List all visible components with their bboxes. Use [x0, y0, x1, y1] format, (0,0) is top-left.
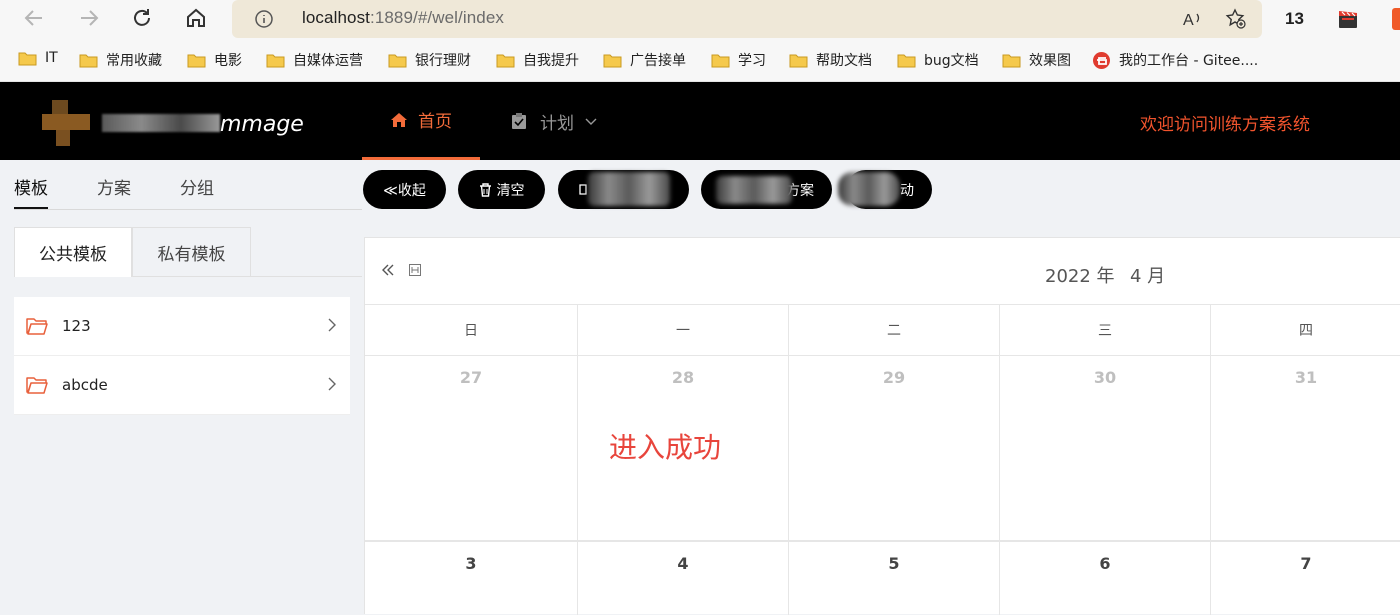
bookmark-folder[interactable]: 自媒体运营: [266, 50, 363, 70]
home-icon[interactable]: [184, 6, 208, 30]
calendar-header: 2022 年 4 月: [365, 238, 1400, 305]
app-header: mmage 首页 计划 欢迎访问训练方案系统: [0, 82, 1400, 160]
tab-template[interactable]: 模板: [14, 174, 48, 199]
tab-private-template[interactable]: 私有模板: [132, 227, 251, 277]
bookmarks-bar: IT 常用收藏 电影 自媒体运营 银行理财 自我提升 广告接单 学习 帮助文档 …: [0, 38, 1400, 82]
calendar-day[interactable]: 7: [1211, 540, 1400, 615]
clear-button[interactable]: 清空: [458, 170, 545, 209]
calendar-day[interactable]: 6: [1000, 540, 1211, 615]
logo-icon: [42, 100, 90, 146]
folder-icon: [711, 54, 730, 67]
redacted-label: [716, 176, 792, 204]
calendar-day[interactable]: 3: [365, 540, 578, 615]
address-bar[interactable]: localhost:1889/#/wel/index A: [232, 0, 1262, 38]
weekday-label: 一: [578, 305, 789, 355]
calendar-day[interactable]: 29: [789, 355, 1000, 540]
bookmark-folder[interactable]: IT: [18, 50, 58, 66]
calendar-day[interactable]: 27: [365, 355, 578, 540]
success-message: 进入成功: [609, 431, 722, 464]
chevron-right-icon: [328, 318, 336, 332]
calendar-week-row: 27 28 29 30 31: [365, 355, 1400, 540]
clipboard-icon: [512, 113, 526, 129]
bookmark-folder[interactable]: bug文档: [897, 50, 979, 70]
bookmark-folder[interactable]: 电影: [187, 50, 242, 70]
collapse-button[interactable]: ≪收起: [363, 170, 446, 209]
forward-icon[interactable]: [77, 6, 101, 30]
folder-open-icon: [26, 318, 48, 335]
folder-icon: [897, 54, 916, 67]
nav-plan[interactable]: 计划: [510, 82, 598, 160]
bookmark-folder[interactable]: 常用收藏: [79, 50, 162, 70]
extension-badge[interactable]: 13: [1285, 9, 1304, 29]
info-icon[interactable]: [254, 9, 274, 29]
folder-item[interactable]: abcde: [14, 356, 350, 415]
svg-text:A: A: [1183, 12, 1194, 29]
nav-home[interactable]: 首页: [362, 82, 480, 160]
weekday-label: 四: [1299, 323, 1313, 339]
extension-edge-icon[interactable]: [1392, 8, 1400, 30]
trash-icon: [479, 182, 491, 197]
url-text[interactable]: localhost:1889/#/wel/index: [302, 8, 504, 28]
folder-item[interactable]: 123: [14, 297, 350, 356]
calendar-day[interactable]: 30: [1000, 355, 1211, 540]
welcome-text: 欢迎访问训练方案系统: [1140, 115, 1310, 135]
copy-icon: [579, 183, 587, 195]
double-chevron-left-icon[interactable]: [380, 262, 396, 278]
logo-redacted: [102, 114, 220, 132]
tab-group[interactable]: 分组: [180, 174, 214, 199]
folder-open-icon: [26, 377, 48, 394]
folder-list: 123 abcde: [14, 297, 350, 415]
calendar-day[interactable]: 4: [578, 540, 789, 615]
active-tab-indicator: [14, 207, 48, 209]
folder-icon: [789, 54, 808, 67]
bookmark-folder[interactable]: 帮助文档: [789, 50, 872, 70]
calendar-day[interactable]: 5: [789, 540, 1000, 615]
sidebar: 模板 方案 分组 公共模板 私有模板 123 abcde: [0, 160, 362, 614]
today-icon[interactable]: [409, 264, 421, 276]
chevron-down-icon: [585, 118, 597, 125]
folder-icon: [18, 52, 37, 65]
favorite-add-icon[interactable]: [1225, 8, 1247, 30]
refresh-icon[interactable]: [130, 6, 154, 30]
folder-icon: [496, 54, 515, 67]
video-extension-icon[interactable]: [1337, 8, 1359, 30]
back-icon[interactable]: [22, 6, 46, 30]
bookmark-gitee[interactable]: 我的工作台 - Gitee....: [1092, 50, 1258, 70]
home-icon: [391, 112, 407, 127]
browser-toolbar: localhost:1889/#/wel/index A 13: [0, 0, 1400, 38]
weekday-label: 三: [1000, 305, 1211, 355]
bookmark-folder[interactable]: 效果图: [1002, 50, 1071, 70]
folder-icon: [266, 54, 285, 67]
bookmark-folder[interactable]: 自我提升: [496, 50, 579, 70]
template-sub-tabs: 公共模板 私有模板: [14, 227, 362, 277]
logo-text: mmage: [220, 112, 304, 137]
weekday-label: 日: [365, 305, 578, 355]
calendar-title: 2022 年 4 月: [1045, 266, 1166, 287]
bookmark-folder[interactable]: 广告接单: [603, 50, 686, 70]
folder-icon: [388, 54, 407, 67]
calendar-week-row: 3 4 5 6 7: [365, 540, 1400, 615]
bookmark-folder[interactable]: 学习: [711, 50, 766, 70]
weekday-label: 二: [789, 305, 1000, 355]
sidebar-tabs: 模板 方案 分组: [14, 160, 362, 210]
folder-icon: [79, 54, 98, 67]
calendar-day[interactable]: 31: [1211, 355, 1400, 540]
chevron-right-icon: [328, 377, 336, 391]
tab-plan[interactable]: 方案: [97, 174, 131, 199]
folder-icon: [187, 54, 206, 67]
calendar: 2022 年 4 月 日 一 二 三 四 27 28 29 30 31 3 4 …: [364, 237, 1400, 615]
folder-icon: [603, 54, 622, 67]
bookmark-folder[interactable]: 银行理财: [388, 50, 471, 70]
weekday-header: 日 一 二 三 四: [365, 305, 1400, 355]
folder-icon: [1002, 54, 1021, 67]
redacted-label: [838, 172, 900, 206]
redacted-label: [588, 172, 670, 206]
read-aloud-icon[interactable]: A: [1182, 8, 1204, 30]
tab-public-template[interactable]: 公共模板: [14, 227, 132, 277]
gitee-icon: [1093, 51, 1110, 69]
